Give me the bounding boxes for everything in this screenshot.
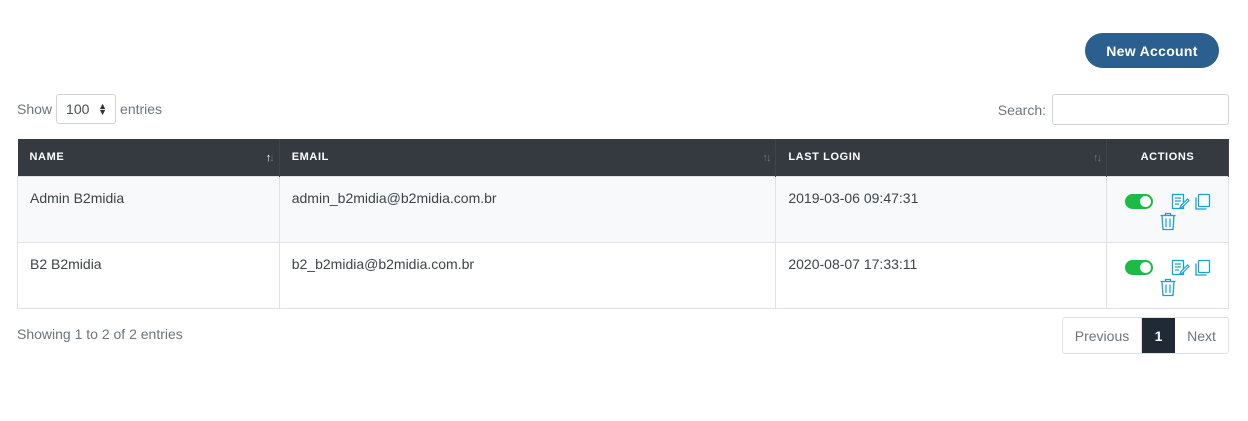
entries-label: entries	[120, 101, 163, 117]
search-label: Search:	[997, 101, 1046, 118]
column-header-actions: ACTIONS	[1106, 139, 1229, 176]
table-info-text: Showing 1 to 2 of 2 entries	[17, 326, 183, 342]
column-header-last-login[interactable]: LAST LOGIN ↑↓	[775, 139, 1107, 176]
column-header-label: EMAIL	[291, 151, 329, 164]
cell-name: Admin B2midia	[17, 175, 280, 243]
copy-icon[interactable]	[1194, 259, 1211, 277]
cell-email: admin_b2midia@b2midia.com.br	[278, 175, 777, 243]
sort-icon: ↑↓	[1093, 152, 1102, 164]
table-row: Admin B2midia admin_b2midia@b2midia.com.…	[17, 175, 1229, 243]
sort-icon: ↑↓	[762, 152, 771, 164]
search-input[interactable]	[1052, 94, 1229, 125]
column-header-email[interactable]: EMAIL ↑↓	[279, 139, 777, 176]
search-control: Search:	[998, 94, 1229, 125]
column-header-label: LAST LOGIN	[788, 151, 861, 164]
column-header-label: ACTIONS	[1140, 151, 1195, 164]
show-label: Show	[17, 101, 53, 117]
entries-length-select[interactable]: 100 ▲ ▼	[56, 94, 117, 124]
trash-icon[interactable]	[1159, 278, 1177, 297]
copy-icon[interactable]	[1194, 193, 1211, 211]
select-arrows-icon: ▲ ▼	[98, 101, 108, 117]
cell-name: B2 B2midia	[17, 241, 280, 309]
table-row: B2 B2midia b2_b2midia@b2midia.com.br 202…	[17, 241, 1229, 309]
pagination: Previous 1 Next	[1062, 317, 1229, 354]
previous-page-button[interactable]: Previous	[1063, 318, 1142, 353]
active-toggle-switch[interactable]	[1124, 194, 1153, 209]
cell-last-login: 2020-08-07 17:33:11	[775, 241, 1107, 309]
edit-icon[interactable]	[1171, 193, 1190, 211]
next-page-button[interactable]: Next	[1175, 318, 1228, 353]
trash-icon[interactable]	[1159, 212, 1177, 231]
cell-email: b2_b2midia@b2midia.com.br	[278, 241, 777, 309]
edit-icon[interactable]	[1171, 259, 1190, 277]
accounts-table: NAME ↑↓ EMAIL ↑↓ LAST LOGIN ↑↓ ACTIONS A…	[17, 139, 1229, 309]
cell-actions	[1106, 175, 1229, 243]
page-1-button[interactable]: 1	[1142, 318, 1175, 353]
column-header-label: NAME	[29, 151, 65, 164]
sort-icon: ↑↓	[265, 152, 275, 164]
active-toggle-switch[interactable]	[1124, 260, 1153, 275]
entries-length-control: Show 100 ▲ ▼ entries	[17, 93, 162, 125]
cell-last-login: 2019-03-06 09:47:31	[775, 175, 1107, 243]
entries-length-value: 100	[66, 101, 90, 117]
table-header-row: NAME ↑↓ EMAIL ↑↓ LAST LOGIN ↑↓ ACTIONS	[17, 139, 1229, 176]
column-header-name[interactable]: NAME ↑↓	[17, 139, 280, 176]
new-account-button[interactable]: New Account	[1085, 33, 1219, 68]
cell-actions	[1106, 241, 1229, 309]
